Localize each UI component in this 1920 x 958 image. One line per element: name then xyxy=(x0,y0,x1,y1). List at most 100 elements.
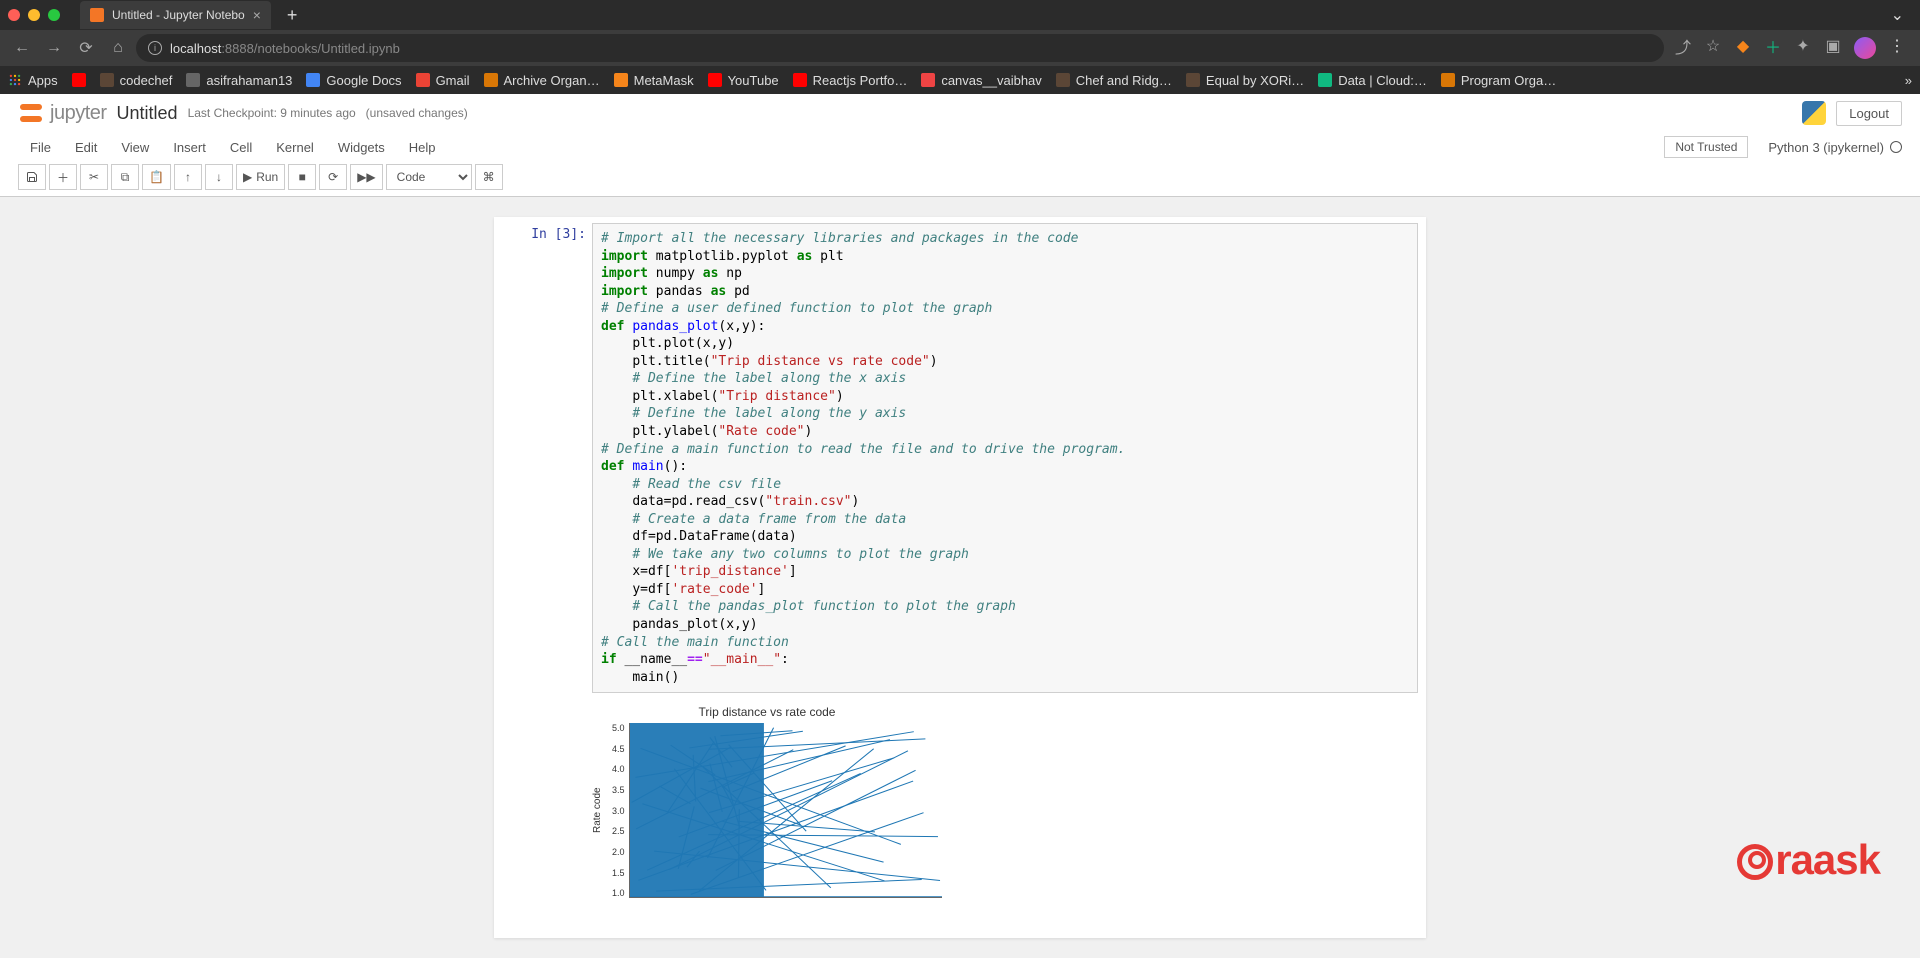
chart-plot-area xyxy=(629,723,942,898)
bookmark-overflow-icon[interactable]: » xyxy=(1905,73,1912,88)
bookmark-favicon-icon xyxy=(306,73,320,87)
jupyter-toolbar: ＋ ✂ ⧉ 📋 ↑ ↓ ▶ Run ■ ⟳ ▶▶ Code ⌘ xyxy=(0,162,1920,196)
cut-cell-button[interactable]: ✂ xyxy=(80,164,108,190)
jupyter-page: jupyter Untitled Last Checkpoint: 9 minu… xyxy=(0,94,1920,958)
logout-button[interactable]: Logout xyxy=(1836,101,1902,126)
notebook-container: In [3]: # Import all the necessary libra… xyxy=(494,217,1426,938)
move-up-button[interactable]: ↑ xyxy=(174,164,202,190)
menu-view[interactable]: View xyxy=(109,134,161,161)
browser-tab[interactable]: Untitled - Jupyter Notebo × xyxy=(80,1,271,29)
bookmark-favicon-icon xyxy=(8,73,22,87)
run-button[interactable]: ▶ Run xyxy=(236,164,285,190)
tab-close-icon[interactable]: × xyxy=(253,7,261,23)
checkpoint-text: Last Checkpoint: 9 minutes ago xyxy=(188,106,356,120)
python-logo-icon xyxy=(1802,101,1826,125)
reload-button[interactable]: ⟳ xyxy=(72,34,100,62)
menu-cell[interactable]: Cell xyxy=(218,134,264,161)
menu-kernel[interactable]: Kernel xyxy=(264,134,326,161)
bookmark-item[interactable]: MetaMask xyxy=(614,73,694,88)
cell-prompt: In [3]: xyxy=(502,223,592,693)
code-cell[interactable]: In [3]: # Import all the necessary libra… xyxy=(494,217,1426,699)
bookmark-bar: Apps codechef asifrahaman13 Google Docs Gmai… xyxy=(0,66,1920,94)
restart-button[interactable]: ⟳ xyxy=(319,164,347,190)
not-trusted-button[interactable]: Not Trusted xyxy=(1664,136,1748,158)
kernel-name[interactable]: Python 3 (ipykernel) xyxy=(1768,140,1902,155)
jupyter-logo[interactable]: jupyter xyxy=(18,100,107,126)
add-cell-button[interactable]: ＋ xyxy=(49,164,77,190)
url-path: /notebooks/Untitled.ipynb xyxy=(254,41,400,56)
interrupt-button[interactable]: ■ xyxy=(288,164,316,190)
bookmark-favicon-icon xyxy=(1318,73,1332,87)
jupyter-favicon-icon xyxy=(90,8,104,22)
menu-file[interactable]: File xyxy=(18,134,63,161)
bookmark-item[interactable]: Program Orga… xyxy=(1441,73,1556,88)
browser-chrome: Untitled - Jupyter Notebo × + ⌄ ← → ⟳ ⌂ … xyxy=(0,0,1920,94)
menu-insert[interactable]: Insert xyxy=(161,134,218,161)
share-icon[interactable]: ⤴ xyxy=(1674,37,1692,55)
bookmark-item[interactable]: YouTube xyxy=(708,73,779,88)
chrome-menu-icon[interactable]: ⋮ xyxy=(1888,37,1906,55)
notebook-title[interactable]: Untitled xyxy=(117,103,178,124)
extension-icon[interactable]: ◆ xyxy=(1734,37,1752,55)
side-panel-icon[interactable]: ▣ xyxy=(1824,37,1842,55)
bookmark-favicon-icon xyxy=(484,73,498,87)
bookmark-favicon-icon xyxy=(100,73,114,87)
star-bookmark-icon[interactable]: ☆ xyxy=(1704,37,1722,55)
bookmark-item[interactable]: Archive Organ… xyxy=(484,73,600,88)
bookmark-item[interactable]: codechef xyxy=(100,73,173,88)
url-port: :8888 xyxy=(221,41,254,56)
back-button[interactable]: ← xyxy=(8,34,36,62)
minimize-window-icon[interactable] xyxy=(28,9,40,21)
jupyter-logo-text: jupyter xyxy=(50,102,107,125)
bookmark-item[interactable]: Data | Cloud:… xyxy=(1318,73,1427,88)
output-chart: Trip distance vs rate code Rate code 5.0… xyxy=(592,705,942,898)
profile-avatar[interactable] xyxy=(1854,37,1876,59)
bookmark-favicon-icon xyxy=(708,73,722,87)
bookmark-item[interactable] xyxy=(72,73,86,87)
bookmark-item[interactable]: Reactjs Portfo… xyxy=(793,73,908,88)
bookmark-favicon-icon xyxy=(1186,73,1200,87)
cell-code-input[interactable]: # Import all the necessary libraries and… xyxy=(592,223,1418,693)
jupyter-logo-icon xyxy=(18,100,44,126)
celltype-select[interactable]: Code xyxy=(386,164,472,190)
maximize-window-icon[interactable] xyxy=(48,9,60,21)
move-down-button[interactable]: ↓ xyxy=(205,164,233,190)
command-palette-button[interactable]: ⌘ xyxy=(475,164,503,190)
new-tab-button[interactable]: + xyxy=(279,5,306,26)
bookmark-item[interactable]: Equal by XORi… xyxy=(1186,73,1304,88)
chart-title: Trip distance vs rate code xyxy=(592,705,942,719)
autosave-text: (unsaved changes) xyxy=(366,106,468,120)
home-button[interactable]: ⌂ xyxy=(104,34,132,62)
kernel-indicator-icon xyxy=(1890,141,1902,153)
bookmark-item[interactable]: Chef and Ridg… xyxy=(1056,73,1172,88)
address-bar[interactable]: i localhost:8888/notebooks/Untitled.ipyn… xyxy=(136,34,1664,62)
chart-ylabel: Rate code xyxy=(592,723,608,898)
bookmark-item[interactable]: Google Docs xyxy=(306,73,401,88)
restart-runall-button[interactable]: ▶▶ xyxy=(350,164,382,190)
watermark-o-icon xyxy=(1737,844,1773,880)
copy-cell-button[interactable]: ⧉ xyxy=(111,164,139,190)
close-window-icon[interactable] xyxy=(8,9,20,21)
forward-button[interactable]: → xyxy=(40,34,68,62)
watermark: raask xyxy=(1737,836,1880,884)
bookmark-favicon-icon xyxy=(72,73,86,87)
save-button[interactable] xyxy=(18,164,46,190)
bookmark-favicon-icon xyxy=(416,73,430,87)
bookmark-favicon-icon xyxy=(921,73,935,87)
menu-edit[interactable]: Edit xyxy=(63,134,109,161)
bookmark-item[interactable]: Apps xyxy=(8,73,58,88)
jupyter-header: jupyter Untitled Last Checkpoint: 9 minu… xyxy=(0,94,1920,197)
bookmark-favicon-icon xyxy=(1056,73,1070,87)
menu-widgets[interactable]: Widgets xyxy=(326,134,397,161)
paste-cell-button[interactable]: 📋 xyxy=(142,164,171,190)
site-info-icon[interactable]: i xyxy=(148,41,162,55)
extension-icon[interactable]: ＋ xyxy=(1764,37,1782,55)
extensions-icon[interactable]: ✦ xyxy=(1794,37,1812,55)
tab-overflow-icon[interactable]: ⌄ xyxy=(1883,5,1912,25)
bookmark-favicon-icon xyxy=(614,73,628,87)
menu-help[interactable]: Help xyxy=(397,134,448,161)
chart-yticks: 5.04.54.03.53.02.52.01.51.0 xyxy=(608,723,629,898)
bookmark-item[interactable]: asifrahaman13 xyxy=(186,73,292,88)
bookmark-item[interactable]: Gmail xyxy=(416,73,470,88)
bookmark-item[interactable]: canvas__vaibhav xyxy=(921,73,1041,88)
